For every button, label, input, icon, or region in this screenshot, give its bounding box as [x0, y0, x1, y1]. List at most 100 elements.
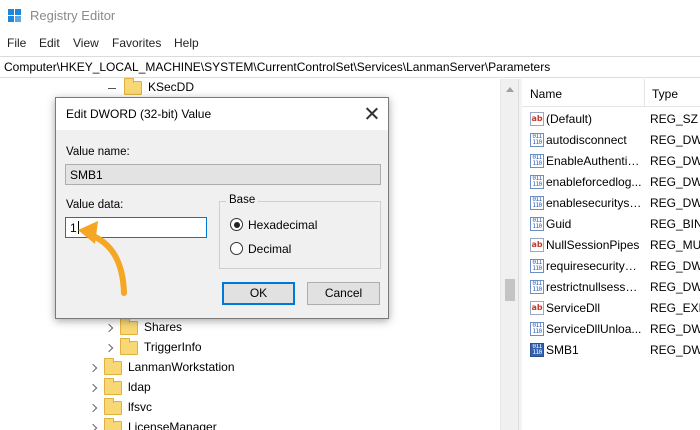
menu-view[interactable]: View	[73, 36, 99, 50]
value-type: REG_MUL	[650, 238, 700, 252]
ok-button[interactable]: OK	[222, 282, 295, 305]
value-type: REG_DWC	[650, 175, 700, 189]
binary-value-icon: 011 110	[530, 280, 544, 294]
value-name: ServiceDll	[546, 301, 601, 315]
values-list[interactable]: Name Type ab (Default) REG_SZ 011 110 autodi…	[522, 79, 700, 430]
tree-item-label: lfsvc	[128, 400, 152, 414]
value-type: REG_SZ	[650, 112, 699, 126]
value-name: requiresecuritysi...	[546, 259, 642, 273]
value-row[interactable]: 011 110restrictnullsessa... REG_DWC	[522, 277, 700, 298]
column-header-name[interactable]: Name	[530, 87, 562, 101]
tree-scrollbar[interactable]	[500, 79, 518, 430]
value-type: REG_DWC	[650, 280, 700, 294]
close-icon[interactable]	[362, 104, 382, 124]
tree-item-label: KSecDD	[148, 80, 195, 94]
radio-decimal-label[interactable]: Decimal	[248, 242, 291, 256]
value-type: REG_DWC	[650, 343, 700, 357]
folder-icon	[120, 318, 138, 335]
binary-value-icon: 011 110	[530, 322, 544, 336]
base-groupbox: Base Hexadecimal Decimal	[219, 194, 381, 269]
value-name: ServiceDllUnloa...	[546, 322, 642, 336]
value-name: autodisconnect	[546, 133, 627, 147]
value-type: REG_DWC	[650, 259, 700, 273]
value-name-field: SMB1	[65, 164, 381, 185]
menu-favorites[interactable]: Favorites	[112, 36, 161, 50]
chevron-right-icon[interactable]	[104, 323, 114, 333]
dialog-title-bar: Edit DWORD (32-bit) Value	[56, 98, 388, 130]
dialog-title: Edit DWORD (32-bit) Value	[66, 107, 212, 121]
chevron-right-icon[interactable]	[88, 423, 98, 430]
menu-bar: File Edit View Favorites Help	[0, 34, 700, 54]
menu-edit[interactable]: Edit	[39, 36, 60, 50]
value-name: SMB1	[546, 343, 579, 357]
value-data-text: 1	[70, 221, 77, 235]
tree-item-label: LanmanWorkstation	[128, 360, 235, 374]
value-name: restrictnullsessa...	[546, 280, 642, 294]
value-row[interactable]: abServiceDll REG_EXPA	[522, 298, 700, 319]
list-header: Name Type	[522, 79, 700, 107]
tree-connector	[108, 88, 116, 89]
chevron-right-icon[interactable]	[104, 343, 114, 353]
column-divider[interactable]	[644, 79, 645, 107]
binary-value-icon: 011 110	[530, 259, 544, 273]
value-type: REG_DWC	[650, 154, 700, 168]
tree-item-label: LicenseManager	[128, 420, 217, 430]
window-title: Registry Editor	[30, 8, 116, 23]
registry-editor-icon	[8, 9, 22, 23]
value-type: REG_DWC	[650, 196, 700, 210]
chevron-right-icon[interactable]	[88, 383, 98, 393]
value-row[interactable]: 011 110ServiceDllUnloa... REG_DWC	[522, 319, 700, 340]
chevron-right-icon[interactable]	[88, 403, 98, 413]
value-name: enableforcedlog...	[546, 175, 642, 189]
value-row[interactable]: 011 110EnableAuthentic... REG_DWC	[522, 151, 700, 172]
value-type: REG_DWC	[650, 133, 700, 147]
scroll-up-icon[interactable]	[506, 87, 514, 92]
value-row[interactable]: 011 110autodisconnect REG_DWC	[522, 130, 700, 151]
value-name: (Default)	[546, 112, 593, 126]
tree-item-label: ldap	[128, 380, 151, 394]
value-data-input[interactable]: 1	[65, 217, 207, 238]
binary-value-icon: 011 110	[530, 343, 544, 357]
radio-button[interactable]	[230, 242, 243, 255]
tree-item-label: Shares	[144, 320, 183, 334]
string-value-icon: ab	[530, 112, 544, 126]
cancel-button[interactable]: Cancel	[307, 282, 380, 305]
folder-icon	[120, 338, 138, 355]
folder-icon	[124, 78, 142, 95]
text-caret	[77, 221, 79, 234]
value-name: NullSessionPipes	[546, 238, 640, 252]
folder-icon	[104, 378, 122, 395]
scrollbar-thumb[interactable]	[505, 279, 515, 301]
tree-item-label: TriggerInfo	[144, 340, 202, 354]
value-name: EnableAuthentic...	[546, 154, 642, 168]
value-name-label: Value name:	[66, 146, 130, 158]
value-type: REG_EXPA	[650, 301, 700, 315]
value-row[interactable]: 011 110enableforcedlog... REG_DWC	[522, 172, 700, 193]
value-name: Guid	[546, 217, 572, 231]
radio-button-checked[interactable]	[230, 218, 243, 231]
value-row[interactable]: 011 110SMB1 REG_DWC	[522, 340, 700, 361]
column-header-type[interactable]: Type	[652, 87, 678, 101]
string-value-icon: ab	[530, 301, 544, 315]
value-row[interactable]: abNullSessionPipes REG_MUL	[522, 235, 700, 256]
address-path[interactable]: Computer\HKEY_LOCAL_MACHINE\SYSTEM\Curre…	[4, 60, 550, 74]
binary-value-icon: 011 110	[530, 175, 544, 189]
binary-value-icon: 011 110	[530, 217, 544, 231]
address-bar[interactable]: Computer\HKEY_LOCAL_MACHINE\SYSTEM\Curre…	[0, 56, 700, 78]
menu-file[interactable]: File	[7, 36, 26, 50]
title-bar: Registry Editor	[0, 0, 700, 32]
binary-value-icon: 011 110	[530, 154, 544, 168]
value-name-text: SMB1	[70, 168, 103, 182]
value-row[interactable]: 011 110enablesecuritysi... REG_DWC	[522, 193, 700, 214]
chevron-right-icon[interactable]	[88, 363, 98, 373]
value-row[interactable]: 011 110requiresecuritysi... REG_DWC	[522, 256, 700, 277]
binary-value-icon: 011 110	[530, 196, 544, 210]
folder-icon	[104, 398, 122, 415]
radio-hexadecimal-label[interactable]: Hexadecimal	[248, 218, 317, 232]
folder-icon	[104, 418, 122, 430]
value-row[interactable]: 011 110Guid REG_BINA	[522, 214, 700, 235]
value-data-label: Value data:	[66, 199, 124, 211]
string-value-icon: ab	[530, 238, 544, 252]
menu-help[interactable]: Help	[174, 36, 199, 50]
value-row[interactable]: ab (Default) REG_SZ	[522, 109, 700, 130]
